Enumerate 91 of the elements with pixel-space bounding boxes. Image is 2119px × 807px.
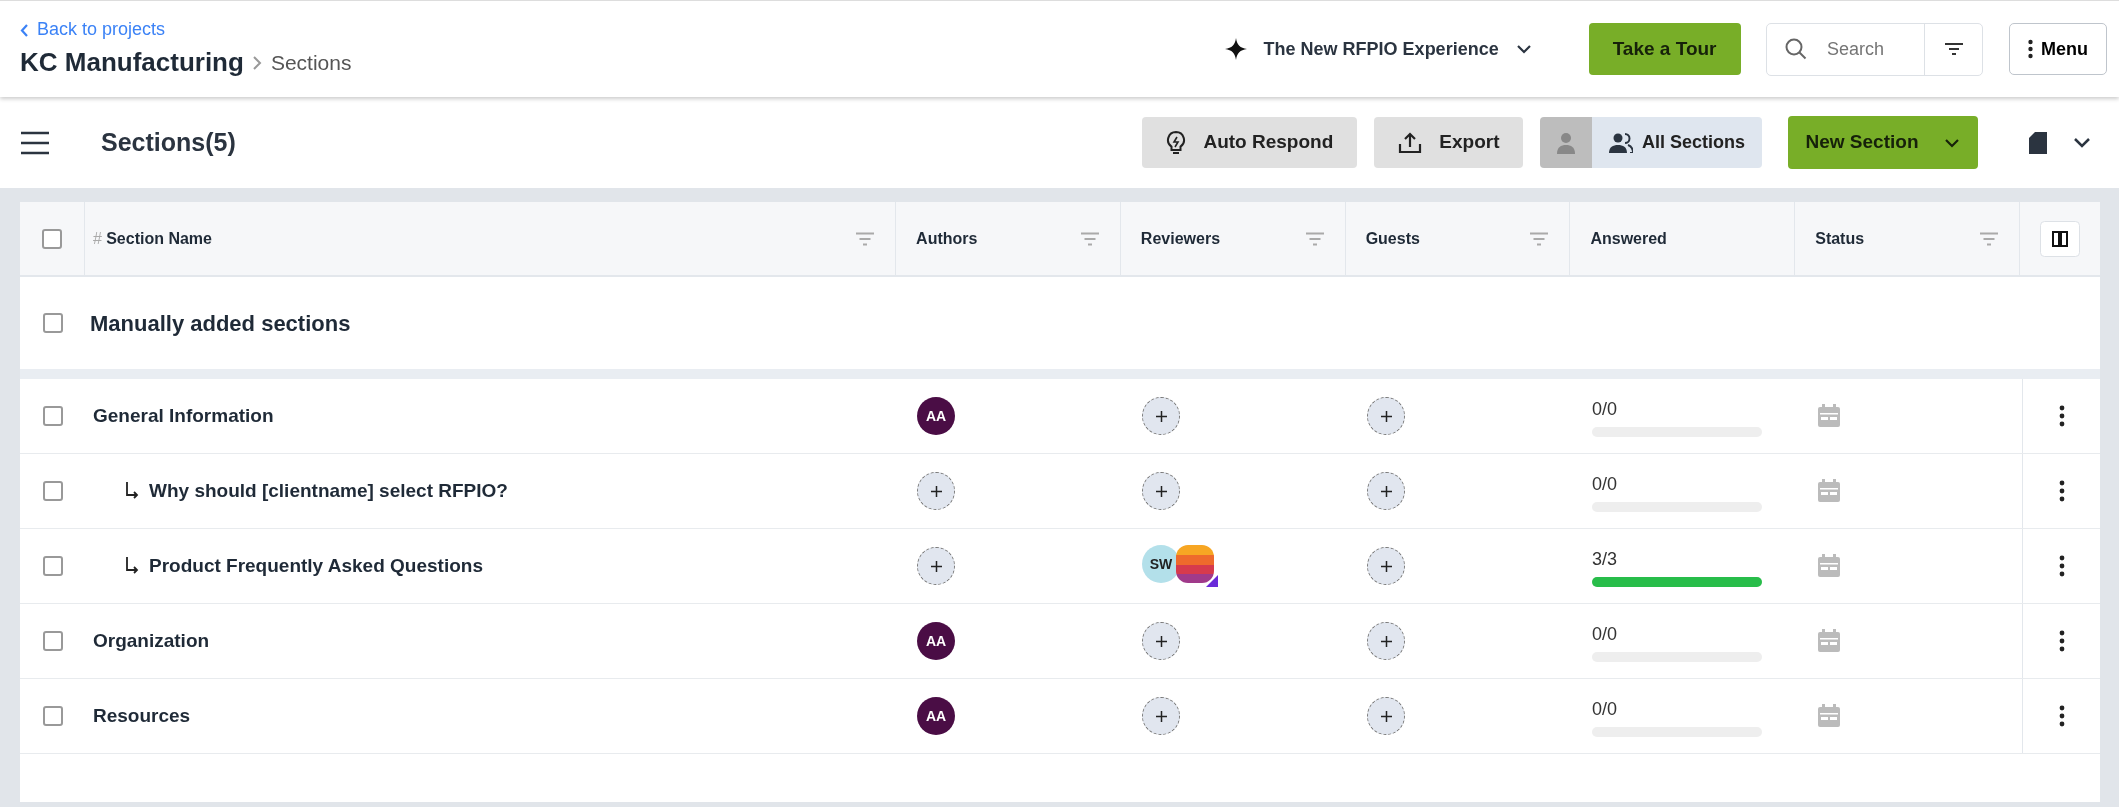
column-header[interactable]: Guests (1365, 226, 1420, 251)
document-icon[interactable] (2029, 131, 2047, 154)
menu-button[interactable]: Menu (2008, 23, 2107, 75)
add-person-button[interactable] (917, 472, 955, 510)
checkbox[interactable] (42, 228, 62, 249)
kebab-icon[interactable] (2058, 630, 2065, 652)
add-person-button[interactable] (1367, 472, 1405, 510)
back-link[interactable]: Back to projects (20, 16, 352, 43)
plus-icon (1155, 710, 1167, 722)
plus-icon (1380, 710, 1392, 722)
menu-icon[interactable] (20, 130, 50, 155)
answered-count: 0/0 (1592, 397, 1618, 421)
column-header[interactable]: Reviewers (1140, 226, 1221, 251)
kebab-icon[interactable] (2058, 405, 2065, 427)
plus-icon (1380, 410, 1392, 422)
lightbulb-icon (1166, 130, 1187, 155)
plus-icon (930, 485, 942, 497)
checkbox[interactable] (42, 406, 63, 426)
experience-dropdown[interactable]: The New RFPIO Experience (1218, 34, 1538, 64)
add-person-button[interactable] (1367, 622, 1405, 660)
filter-icon[interactable] (1529, 231, 1550, 246)
avatar: AA (917, 622, 955, 660)
column-header[interactable]: Answered (1590, 226, 1667, 251)
section-name[interactable]: Why should [clientname] select RFPIO? (149, 476, 508, 506)
column-header[interactable]: Authors (916, 226, 978, 251)
checkbox[interactable] (42, 556, 63, 576)
add-person-button[interactable] (1142, 397, 1180, 435)
chevron-down-icon[interactable] (2072, 137, 2091, 148)
kebab-icon[interactable] (2058, 555, 2065, 577)
chevron-down-icon (1515, 44, 1532, 54)
add-person-button[interactable] (1367, 697, 1405, 735)
hash-sign: # (93, 228, 102, 249)
search-icon (1784, 37, 1808, 61)
section-name[interactable]: General Information (93, 401, 274, 431)
avatar: AA (917, 697, 955, 735)
add-person-button[interactable] (1142, 622, 1180, 660)
kebab-icon[interactable] (2058, 705, 2065, 727)
chevron-left-icon (20, 23, 29, 37)
add-person-button[interactable] (1367, 547, 1405, 585)
checkbox[interactable] (42, 313, 63, 333)
section-name[interactable]: Resources (93, 701, 191, 731)
auto-respond-button[interactable]: Auto Respond (1142, 117, 1358, 168)
new-section-button[interactable]: New Section (1787, 116, 1978, 169)
filter-icon[interactable] (1979, 231, 1999, 246)
checkbox[interactable] (42, 481, 63, 501)
add-person-button[interactable] (1142, 472, 1180, 510)
project-title: KC Manufacturing (20, 46, 244, 79)
export-button[interactable]: Export (1374, 117, 1524, 168)
my-sections-toggle[interactable] (1540, 117, 1593, 168)
checkbox[interactable] (42, 631, 63, 651)
chevron-right-icon (252, 55, 263, 70)
answered-count: 3/3 (1592, 547, 1618, 571)
answered-count: 0/0 (1592, 697, 1618, 721)
filter-icon (1943, 42, 1964, 56)
section-name[interactable]: Organization (93, 626, 210, 656)
kebab-icon[interactable] (2058, 480, 2065, 502)
group-title: Manually added sections (90, 309, 351, 338)
filter-icon[interactable] (1079, 231, 1100, 246)
answered-count: 0/0 (1592, 472, 1618, 496)
people-icon (1609, 132, 1634, 153)
plus-icon (1380, 485, 1392, 497)
plus-icon (1380, 560, 1392, 572)
page-title: Sections(5) (101, 126, 236, 158)
kebab-icon (2027, 39, 2033, 59)
take-a-tour-button[interactable]: Take a Tour (1588, 22, 1741, 76)
add-person-button[interactable] (1142, 697, 1180, 735)
plus-icon (1155, 410, 1167, 422)
plus-icon (930, 560, 942, 572)
checkbox[interactable] (42, 706, 63, 726)
avatar-image (1176, 545, 1218, 587)
child-arrow-icon (125, 557, 139, 575)
chevron-down-icon (1944, 137, 1960, 148)
plus-icon (1155, 635, 1167, 647)
section-name[interactable]: Product Frequently Asked Questions (149, 551, 483, 581)
column-header[interactable]: Section Name (106, 226, 212, 251)
avatar: AA (917, 397, 955, 435)
column-header[interactable]: Status (1815, 226, 1865, 251)
filter-icon[interactable] (1304, 231, 1325, 246)
child-arrow-icon (125, 482, 139, 500)
plus-icon (1380, 635, 1392, 647)
answered-count: 0/0 (1592, 622, 1618, 646)
add-person-button[interactable] (1367, 397, 1405, 435)
all-sections-toggle[interactable]: All Sections (1592, 117, 1762, 168)
filter-icon[interactable] (855, 231, 876, 246)
add-person-button[interactable] (917, 547, 955, 585)
breadcrumb: Sections (270, 49, 352, 76)
columns-toggle-icon[interactable] (2040, 220, 2080, 257)
person-icon (1557, 131, 1576, 154)
plus-icon (1155, 485, 1167, 497)
sparkle-icon (1224, 38, 1247, 60)
upload-icon (1398, 131, 1423, 154)
